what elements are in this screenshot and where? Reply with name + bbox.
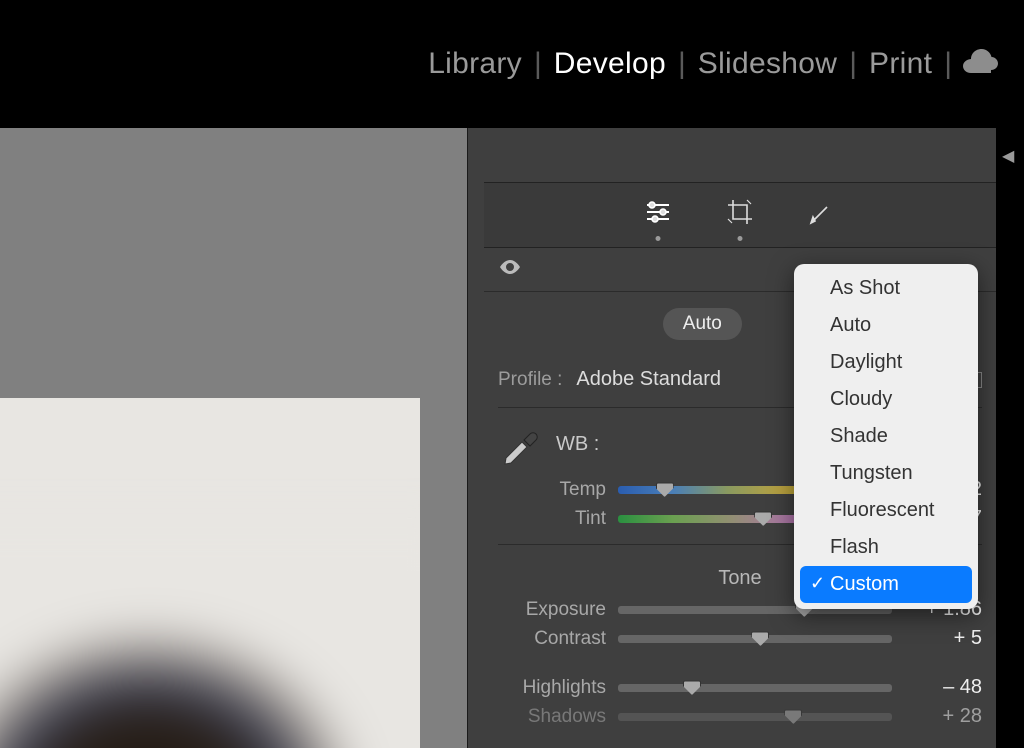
wb-option-shade[interactable]: Shade xyxy=(800,418,972,455)
wb-option-fluorescent[interactable]: Fluorescent xyxy=(800,492,972,529)
cloud-sync-icon[interactable] xyxy=(960,48,1000,81)
module-picker: Library | Develop | Slideshow | Print | xyxy=(0,0,1024,128)
workspace: Auto XX Profile : Adobe Standard ▴▾ xyxy=(0,128,1024,748)
wb-option-cloudy[interactable]: Cloudy xyxy=(800,381,972,418)
highlights-slider-row: Highlights – 48 xyxy=(498,676,982,699)
contrast-label: Contrast xyxy=(498,628,606,650)
highlights-slider[interactable] xyxy=(618,680,892,696)
contrast-knob[interactable] xyxy=(751,631,769,646)
auto-button[interactable]: Auto xyxy=(663,308,742,340)
contrast-slider-row: Contrast + 5 xyxy=(498,627,982,650)
separator: | xyxy=(534,47,542,81)
heal-tool[interactable] xyxy=(805,195,839,229)
wb-option-custom[interactable]: Custom xyxy=(800,566,972,603)
wb-option-tungsten[interactable]: Tungsten xyxy=(800,455,972,492)
temp-label: Temp xyxy=(498,479,606,501)
shadows-label: Shadows xyxy=(498,706,606,728)
profile-label: Profile : xyxy=(498,369,562,391)
highlights-value[interactable]: – 48 xyxy=(904,676,982,699)
temp-knob[interactable] xyxy=(656,482,674,497)
shadows-value[interactable]: + 28 xyxy=(904,705,982,728)
eye-icon[interactable] xyxy=(498,258,522,281)
highlights-label: Highlights xyxy=(498,677,606,699)
photo-canvas xyxy=(0,398,420,748)
white-balance-eyedropper-icon[interactable] xyxy=(498,422,542,466)
module-develop[interactable]: Develop xyxy=(542,47,678,81)
wb-option-auto[interactable]: Auto xyxy=(800,307,972,344)
shadows-slider-row: Shadows + 28 xyxy=(498,705,982,728)
contrast-value[interactable]: + 5 xyxy=(904,627,982,650)
module-slideshow[interactable]: Slideshow xyxy=(686,47,849,81)
wb-label: WB : xyxy=(556,433,599,456)
wb-option-daylight[interactable]: Daylight xyxy=(800,344,972,381)
exposure-label: Exposure xyxy=(498,599,606,621)
edit-tool[interactable] xyxy=(641,195,675,229)
tint-knob[interactable] xyxy=(754,511,772,526)
separator: | xyxy=(944,47,952,81)
right-panel-wrapper: Auto XX Profile : Adobe Standard ▴▾ xyxy=(467,128,1024,748)
crop-tool[interactable] xyxy=(723,195,757,229)
tool-strip xyxy=(484,182,996,248)
collapse-triangle-icon[interactable]: ◀ xyxy=(1002,146,1014,166)
tint-label: Tint xyxy=(498,508,606,530)
separator: | xyxy=(849,47,857,81)
wb-option-as-shot[interactable]: As Shot xyxy=(800,270,972,307)
highlights-knob[interactable] xyxy=(683,680,701,695)
contrast-slider[interactable] xyxy=(618,631,892,647)
image-preview-area[interactable] xyxy=(0,128,467,748)
shadows-slider[interactable] xyxy=(618,709,892,725)
wb-option-flash[interactable]: Flash xyxy=(800,529,972,566)
wb-preset-dropdown[interactable]: As ShotAutoDaylightCloudyShadeTungstenFl… xyxy=(794,264,978,609)
module-library[interactable]: Library xyxy=(416,47,534,81)
module-print[interactable]: Print xyxy=(857,47,944,81)
separator: | xyxy=(678,47,686,81)
panel-collapse-gutter[interactable]: ◀ xyxy=(996,128,1024,748)
shadows-knob[interactable] xyxy=(784,709,802,724)
